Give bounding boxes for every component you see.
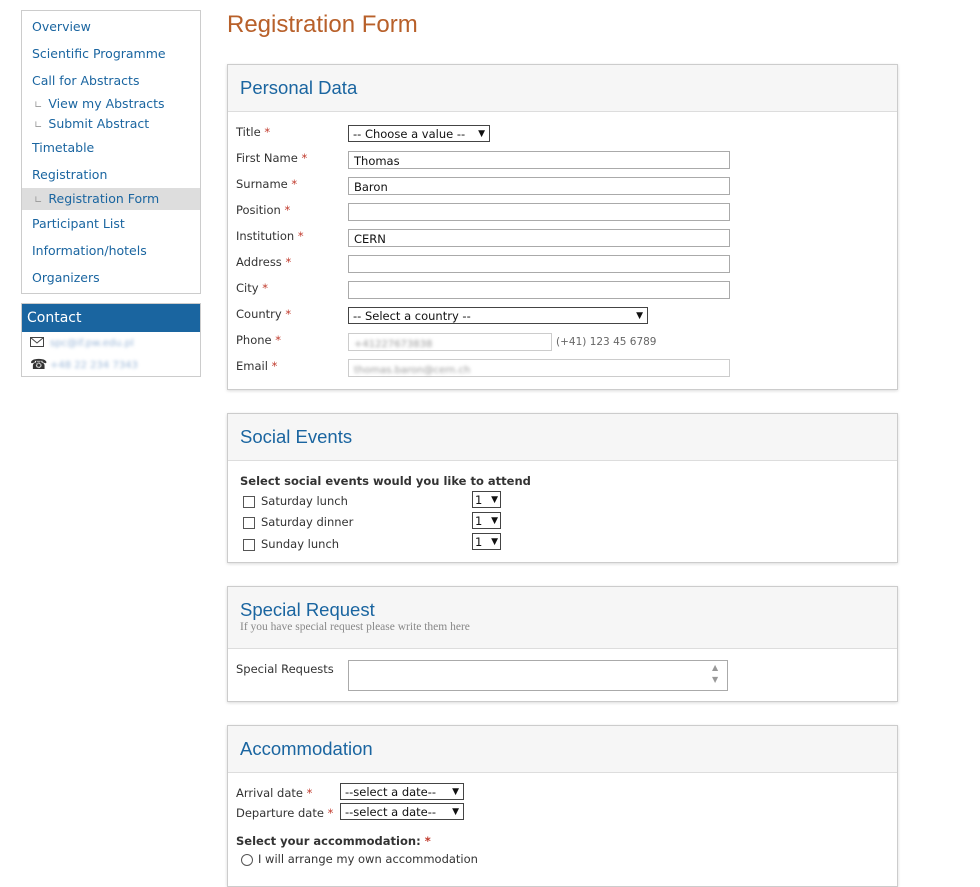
event-checkbox[interactable] (243, 538, 255, 551)
first-name-field[interactable]: Thomas (348, 151, 730, 169)
surname-field[interactable]: Baron (348, 177, 730, 195)
panel-title: Social Events (240, 426, 353, 447)
sidebar-item-overview[interactable]: Overview (22, 13, 200, 40)
sidebar: Overview Scientific Programme Call for A… (21, 10, 201, 377)
personal-data-panel: Personal Data Title * -- Choose a value … (227, 64, 898, 390)
event-checkbox[interactable] (243, 516, 255, 529)
sidebar-item-information-hotels[interactable]: Information/hotels (22, 237, 200, 264)
special-request-panel: Special Request If you have special requ… (227, 586, 898, 702)
contact-box: Contact spc@if.pw.edu.pl ☎ +48 22 234 73… (21, 303, 201, 377)
institution-field[interactable]: CERN (348, 229, 730, 247)
contact-title: Contact (22, 304, 200, 332)
sidebar-item-registration[interactable]: Registration (22, 161, 200, 188)
position-label: Position * (236, 203, 291, 217)
panel-title: Personal Data (240, 77, 358, 98)
sidebar-item-view-my-abstracts[interactable]: ∟ View my Abstracts (22, 94, 200, 114)
title-label: Title * (236, 125, 271, 139)
tree-branch-icon: ∟ (34, 120, 43, 131)
special-requests-label: Special Requests (236, 662, 334, 676)
textarea-scroll-arrows-icon[interactable]: ▲ ▼ (712, 662, 718, 686)
surname-label: Surname * (236, 177, 298, 191)
sidebar-item-label: Registration Form (48, 191, 160, 206)
page-title: Registration Form (227, 11, 418, 38)
chevron-down-icon: ▼ (491, 536, 498, 547)
position-field[interactable] (348, 203, 730, 221)
accommodation-option-own[interactable]: I will arrange my own accommodation (241, 852, 478, 866)
chevron-down-icon: ▼ (478, 128, 485, 139)
departure-date-label: Departure date * (236, 806, 334, 820)
address-label: Address * (236, 255, 292, 269)
sidebar-item-label: View my Abstracts (48, 96, 165, 111)
sidebar-item-timetable[interactable]: Timetable (22, 134, 200, 161)
title-select[interactable]: -- Choose a value -- ▼ (348, 125, 490, 142)
email-field[interactable]: thomas.baron@cern.ch (348, 359, 730, 377)
phone-hint: (+41) 123 45 6789 (556, 336, 657, 348)
country-label: Country * (236, 307, 292, 321)
phone-label: Phone * (236, 333, 282, 347)
chevron-down-icon: ▼ (452, 786, 459, 797)
event-saturday-lunch: Saturday lunch (243, 494, 348, 508)
panel-title: Special Request (240, 599, 375, 620)
tree-branch-icon: ∟ (34, 100, 43, 111)
event-quantity-select[interactable]: 1 ▼ (472, 533, 501, 550)
sidebar-item-label: Submit Abstract (48, 116, 150, 131)
chevron-down-icon: ▼ (491, 515, 498, 526)
contact-email[interactable]: spc@if.pw.edu.pl (50, 338, 134, 349)
chevron-down-icon: ▼ (636, 310, 643, 321)
email-label: Email * (236, 359, 278, 373)
city-field[interactable] (348, 281, 730, 299)
sidebar-item-participant-list[interactable]: Participant List (22, 210, 200, 237)
panel-header: Accommodation (228, 726, 897, 773)
event-sunday-lunch: Sunday lunch (243, 537, 339, 551)
sidebar-item-organizers[interactable]: Organizers (22, 264, 200, 291)
event-saturday-dinner: Saturday dinner (243, 515, 353, 529)
chevron-down-icon: ▼ (491, 494, 498, 505)
phone-field[interactable]: +41227673838 (348, 333, 552, 351)
address-field[interactable] (348, 255, 730, 273)
event-quantity-select[interactable]: 1 ▼ (472, 491, 501, 508)
departure-date-select[interactable]: --select a date-- ▼ (340, 803, 464, 820)
panel-header: Personal Data (228, 65, 897, 112)
arrival-date-label: Arrival date * (236, 786, 313, 800)
chevron-down-icon: ▼ (452, 806, 459, 817)
arrival-date-select[interactable]: --select a date-- ▼ (340, 783, 464, 800)
sidebar-item-call-for-abstracts[interactable]: Call for Abstracts (22, 67, 200, 94)
sidebar-item-scientific-programme[interactable]: Scientific Programme (22, 40, 200, 67)
contact-email-row: spc@if.pw.edu.pl (22, 332, 200, 354)
radio-button[interactable] (241, 853, 253, 866)
first-name-label: First Name * (236, 151, 308, 165)
sidebar-menu: Overview Scientific Programme Call for A… (21, 10, 201, 294)
event-checkbox[interactable] (243, 495, 255, 508)
sidebar-item-registration-form[interactable]: ∟ Registration Form (22, 188, 200, 210)
institution-label: Institution * (236, 229, 304, 243)
panel-title: Accommodation (240, 738, 373, 759)
country-select[interactable]: -- Select a country -- ▼ (348, 307, 648, 324)
panel-header: Social Events (228, 414, 897, 461)
panel-header: Special Request If you have special requ… (228, 587, 897, 649)
envelope-icon (30, 335, 50, 351)
telephone-icon: ☎ (30, 357, 48, 373)
panel-description: If you have special request please write… (240, 621, 470, 633)
tree-branch-icon: ∟ (34, 195, 43, 206)
accommodation-select-label: Select your accommodation: * (236, 834, 431, 848)
social-events-panel: Social Events Select social events would… (227, 413, 898, 563)
accommodation-panel: Accommodation Arrival date * --select a … (227, 725, 898, 887)
event-quantity-select[interactable]: 1 ▼ (472, 512, 501, 529)
special-requests-textarea[interactable] (348, 660, 728, 691)
sidebar-item-submit-abstract[interactable]: ∟ Submit Abstract (22, 114, 200, 134)
contact-phone: +48 22 234 7343 (50, 359, 138, 371)
city-label: City * (236, 281, 268, 295)
contact-phone-row: ☎ +48 22 234 7343 (22, 354, 200, 376)
social-events-prompt: Select social events would you like to a… (240, 474, 531, 488)
